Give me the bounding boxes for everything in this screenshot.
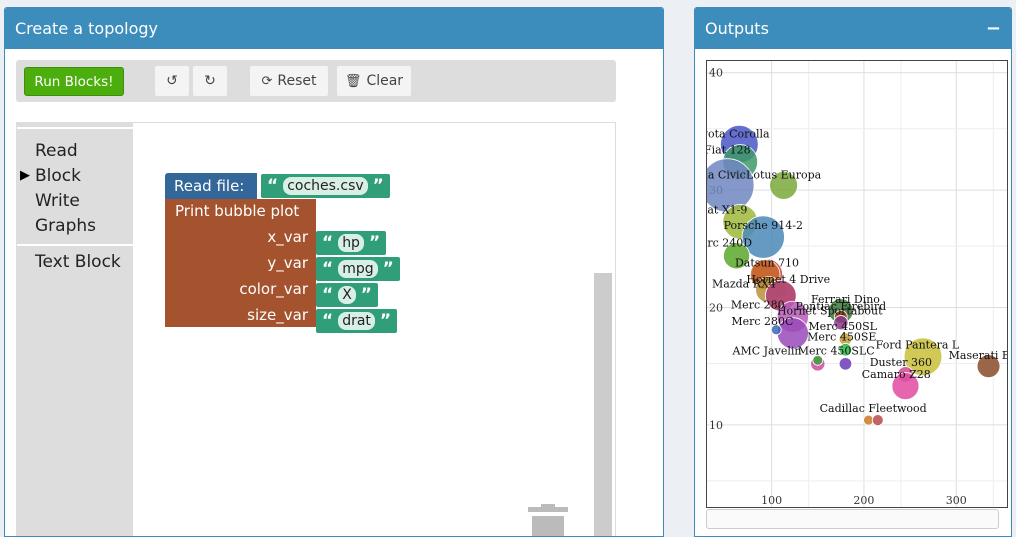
clear-label: Clear	[366, 73, 404, 89]
open-quote-icon: “	[322, 259, 334, 279]
color-var-value[interactable]: X	[338, 286, 356, 304]
workspace-scrollbar[interactable]	[594, 273, 612, 536]
toolbox-item-block[interactable]: Block	[35, 166, 81, 186]
redo-button[interactable]: ↻	[192, 65, 228, 97]
toolbox-divider	[17, 244, 133, 246]
x-var-value[interactable]: hp	[338, 234, 364, 252]
close-quote-icon: ”	[372, 176, 384, 196]
close-quote-icon: ”	[360, 285, 372, 305]
clear-button[interactable]: 🗑 Clear	[336, 65, 412, 97]
print-bubble-plot-block[interactable]: Print bubble plot x_var y_var color_var …	[165, 199, 316, 327]
y-tick-label: 20	[709, 301, 723, 314]
open-quote-icon: “	[322, 285, 334, 305]
blocks-toolbar: Run Blocks! ↺ ↻ ⟳ Reset 🗑 Clear	[16, 60, 616, 102]
toolbox-item-read[interactable]: Read	[35, 141, 78, 161]
expand-arrow-icon: ▶	[20, 168, 30, 183]
outputs-horizontal-scrollbar[interactable]	[706, 509, 999, 529]
close-quote-icon: ”	[382, 259, 394, 279]
param-label-x-var: x_var	[267, 228, 308, 246]
y-tick-label: 10	[709, 419, 723, 432]
x-tick-label: 200	[853, 494, 874, 507]
open-quote-icon: “	[322, 233, 334, 253]
bubble-point	[871, 414, 884, 427]
bubble-label: Honda Civic	[707, 168, 746, 181]
blockly-workspace[interactable]: Read ▶ Block Write Graphs Text Block Rea…	[16, 122, 616, 537]
open-quote-icon: “	[322, 311, 334, 331]
workspace-trash-icon[interactable]	[527, 503, 569, 537]
run-blocks-button[interactable]: Run Blocks!	[24, 67, 124, 96]
size-var-value[interactable]: drat	[338, 312, 375, 330]
undo-icon: ↺	[166, 73, 178, 89]
toolbox-item-write[interactable]: Write	[35, 191, 80, 211]
bubble-label: Lotus Europa	[746, 168, 822, 181]
bubble-label: Maserati Bora	[949, 349, 1007, 362]
read-file-block[interactable]: Read file:	[165, 173, 257, 199]
open-quote-icon: “	[267, 176, 279, 196]
filename-string-block[interactable]: “ coches.csv ”	[261, 174, 390, 198]
bubble-plot: 10020030010203040Toyota CorollaFiat 128H…	[706, 60, 1008, 508]
bubble-point	[838, 357, 853, 371]
x-tick-label: 100	[761, 494, 782, 507]
bubble-label: Mazda RX4	[712, 278, 776, 291]
redo-icon: ↻	[204, 73, 216, 89]
toolbox-item-graphs[interactable]: Graphs	[35, 216, 96, 236]
bubble-label: Porsche 914-2	[724, 219, 803, 232]
color-var-string-block[interactable]: “ X ”	[316, 283, 378, 307]
close-quote-icon: ”	[368, 233, 381, 253]
block-toolbox: Read ▶ Block Write Graphs Text Block	[17, 123, 133, 536]
size-var-string-block[interactable]: “ drat ”	[316, 309, 398, 333]
outputs-title: Outputs	[705, 19, 769, 38]
bubble-label: Datsun 710	[735, 256, 799, 269]
y-tick-label: 40	[709, 67, 723, 80]
trash-icon: 🗑	[344, 73, 362, 89]
bubble-label: Merc 450SE	[807, 330, 876, 343]
reset-button[interactable]: ⟳ Reset	[249, 65, 329, 97]
bubble-label: Fiat 128	[707, 144, 751, 157]
bubble-label: Cadillac Fleetwood	[820, 402, 927, 415]
bubble-label: AMC Javelin	[732, 344, 802, 357]
bubble-label: Ford Pantera L	[876, 339, 960, 352]
print-bubble-plot-title: Print bubble plot	[175, 202, 300, 220]
collapse-icon[interactable]: −	[986, 8, 1001, 49]
outputs-panel: Outputs − 10020030010203040Toyota Coroll…	[694, 7, 1012, 537]
x-tick-label: 300	[946, 494, 967, 507]
bubble-label: Merc 240D	[707, 236, 752, 249]
bubble-label: Fiat X1-9	[707, 204, 747, 217]
x-var-string-block[interactable]: “ hp ”	[316, 231, 387, 255]
param-label-y-var: y_var	[267, 254, 308, 272]
undo-button[interactable]: ↺	[154, 65, 190, 97]
outputs-header: Outputs −	[695, 8, 1011, 49]
param-label-size-var: size_var	[247, 306, 308, 324]
filename-value[interactable]: coches.csv	[283, 177, 368, 195]
create-topology-panel: Create a topology Run Blocks! ↺ ↻ ⟳ Rese…	[4, 7, 664, 537]
param-label-color-var: color_var	[239, 280, 308, 298]
bubble-label: Merc 450SLC	[798, 344, 875, 357]
panel-title: Create a topology	[5, 8, 663, 49]
bubble-plot-svg: 10020030010203040Toyota CorollaFiat 128H…	[707, 61, 1007, 507]
reset-label: Reset	[277, 73, 317, 89]
refresh-icon: ⟳	[261, 73, 273, 89]
bubble-label: Merc 280C	[731, 315, 793, 328]
y-var-value[interactable]: mpg	[338, 260, 378, 278]
read-file-label: Read file:	[174, 177, 245, 195]
toolbox-item-text-block[interactable]: Text Block	[35, 252, 121, 272]
bubble-label: Toyota Corolla	[707, 127, 770, 140]
bubble-label: Camaro Z28	[862, 368, 931, 381]
y-var-string-block[interactable]: “ mpg ”	[316, 257, 400, 281]
close-quote-icon: ”	[379, 311, 392, 331]
